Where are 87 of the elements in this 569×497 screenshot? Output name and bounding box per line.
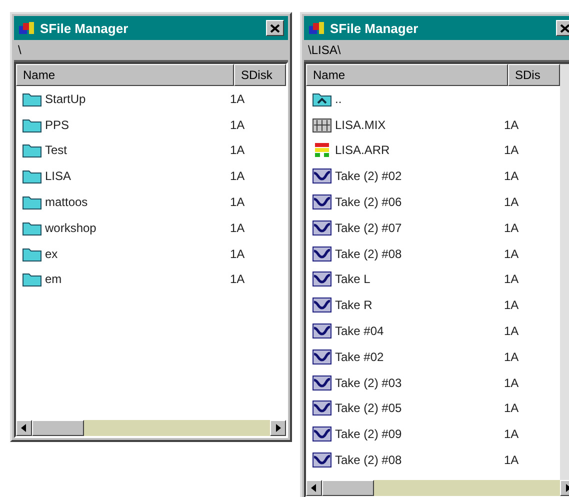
arrange-icon <box>312 142 332 158</box>
horizontal-scrollbar[interactable] <box>306 480 569 496</box>
file-name[interactable]: PPS <box>45 118 230 132</box>
app-icon <box>18 20 36 36</box>
disk-cell-text: 1A <box>230 246 246 261</box>
file-name[interactable]: Take (2) #08 <box>335 246 504 261</box>
disk-cell-text: 1A <box>230 272 246 286</box>
folder-icon <box>22 90 42 107</box>
file-name[interactable]: Take (2) #07 <box>335 220 504 235</box>
close-icon <box>270 24 280 32</box>
close-button[interactable] <box>266 20 284 36</box>
file-name[interactable]: LISA <box>45 169 230 184</box>
disk-cell-text: 1A <box>230 169 246 184</box>
disk-cell-text: 1A <box>230 195 246 210</box>
scroll-right-icon[interactable] <box>275 424 281 432</box>
waveform-icon <box>312 400 332 416</box>
file-name[interactable]: Take (2) #03 <box>335 376 504 390</box>
file-name[interactable]: ex <box>45 246 230 261</box>
folder-up-icon <box>312 90 332 107</box>
mixer-icon <box>312 116 332 133</box>
scroll-left-icon[interactable] <box>21 424 27 432</box>
waveform-icon <box>312 452 332 468</box>
disk-cell-text: 1A <box>504 298 520 312</box>
window-title: SFile Manager <box>40 20 130 36</box>
folder-icon <box>22 194 42 210</box>
file-name[interactable]: LISA.ARR <box>335 143 504 158</box>
scroll-left-icon[interactable] <box>311 484 317 492</box>
disk-cell-text: 1A <box>504 195 520 210</box>
folder-icon <box>22 168 42 184</box>
file-name[interactable]: Take R <box>335 298 504 312</box>
file-name[interactable]: LISA.MIX <box>335 118 504 132</box>
file-name[interactable]: mattoos <box>45 195 230 210</box>
disk-cell-text: 1A <box>504 272 520 286</box>
folder-icon <box>22 142 42 158</box>
waveform-icon <box>312 168 332 184</box>
waveform-icon <box>312 297 332 314</box>
file-name[interactable]: Take (2) #06 <box>335 195 504 210</box>
waveform-icon <box>312 348 332 365</box>
path-label: \LISA\ <box>308 43 341 57</box>
disk-cell-text: 1A <box>230 143 246 158</box>
disk-cell-text: 1A <box>504 220 520 235</box>
waveform-icon <box>312 194 332 210</box>
file-name[interactable]: Take #04 <box>335 324 504 338</box>
disk-cell-text: 1A <box>504 350 520 364</box>
folder-icon <box>22 116 42 133</box>
close-button[interactable] <box>556 20 569 36</box>
disk-cell-text: 1A <box>504 427 520 442</box>
file-name[interactable]: Take (2) #08 <box>335 453 504 468</box>
file-name[interactable]: Test <box>45 143 230 158</box>
file-name[interactable]: Take (2) #05 <box>335 401 504 416</box>
file-name[interactable]: StartUp <box>45 92 230 106</box>
close-icon <box>560 24 569 32</box>
folder-icon <box>22 220 42 236</box>
folder-icon <box>22 271 42 288</box>
disk-cell-text: 1A <box>504 376 520 390</box>
waveform-icon <box>312 220 332 236</box>
disk-cell-text: 1A <box>230 118 246 132</box>
file-name[interactable]: .. <box>335 92 504 106</box>
file-name[interactable]: Take L <box>335 272 504 286</box>
window-title: SFile Manager <box>330 20 420 36</box>
column-header[interactable]: SDisk <box>234 64 286 86</box>
disk-cell-text: 1A <box>504 401 520 416</box>
disk-cell-text: 1A <box>504 324 520 338</box>
file-name[interactable]: Take (2) #02 <box>335 169 504 184</box>
column-header[interactable]: SDis <box>508 64 560 86</box>
waveform-icon <box>312 246 332 262</box>
disk-cell-text: 1A <box>504 118 520 132</box>
file-name[interactable]: Take (2) #09 <box>335 427 504 442</box>
column-header[interactable]: Name <box>306 64 508 86</box>
disk-cell-text: 1A <box>504 169 520 184</box>
file-name[interactable]: Take #02 <box>335 350 504 364</box>
disk-cell-text: 1A <box>504 246 520 261</box>
file-name[interactable]: workshop <box>45 220 230 235</box>
file-name[interactable]: em <box>45 272 230 286</box>
disk-cell-text: 1A <box>230 92 246 106</box>
disk-cell-text: 1A <box>504 453 520 468</box>
disk-cell-text: 1A <box>230 220 246 235</box>
app-icon <box>308 20 326 36</box>
column-header[interactable]: Name <box>16 64 234 86</box>
path-label: \ <box>18 43 22 57</box>
folder-icon <box>22 246 42 262</box>
waveform-icon <box>312 323 332 340</box>
waveform-icon <box>312 426 332 442</box>
horizontal-scrollbar[interactable] <box>16 420 286 436</box>
disk-cell-text: 1A <box>504 143 520 158</box>
waveform-icon <box>312 374 332 391</box>
waveform-icon <box>312 271 332 288</box>
